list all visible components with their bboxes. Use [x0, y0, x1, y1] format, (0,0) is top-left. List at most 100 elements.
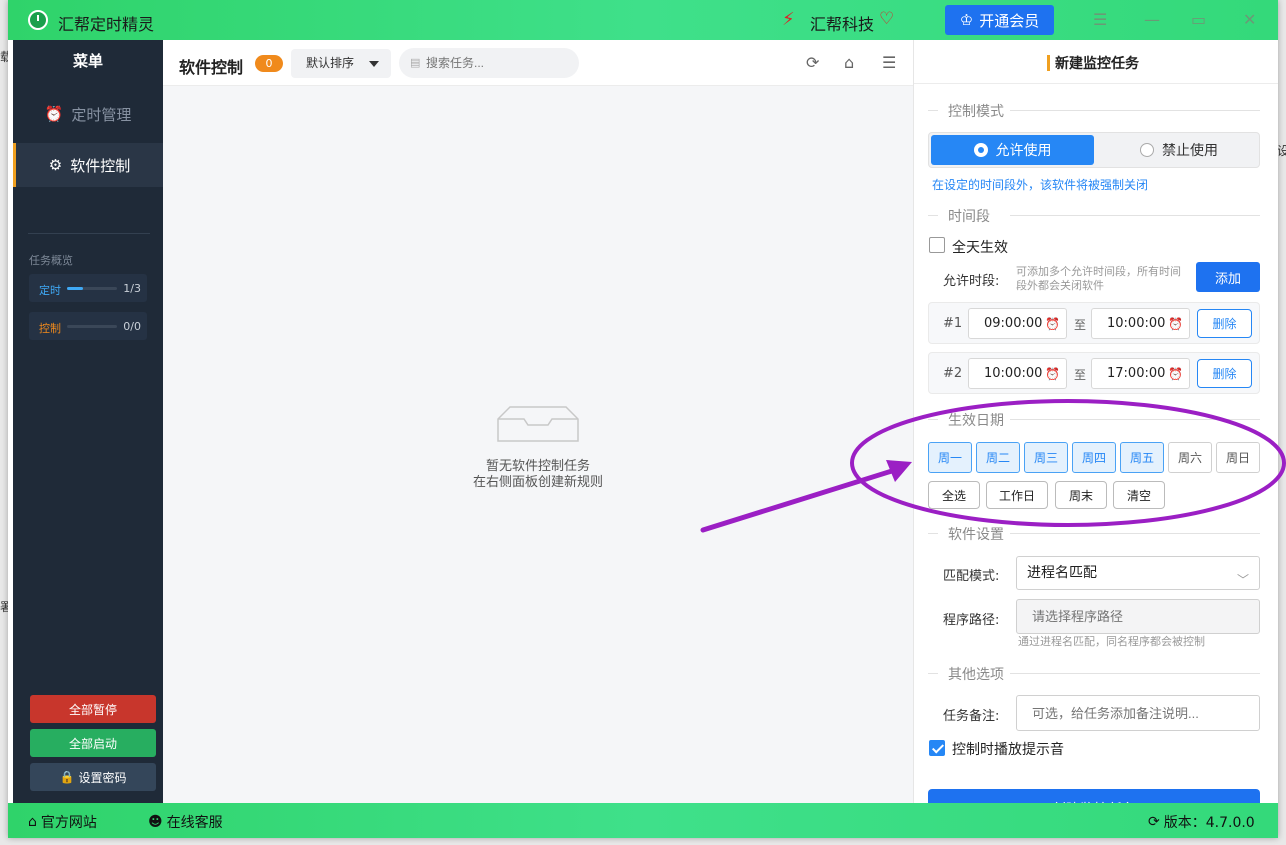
start-time-input[interactable]: 09:00:00 ⏰: [968, 308, 1067, 339]
panel-title: 新建监控任务: [1055, 56, 1139, 72]
program-path-label: 程序路径:: [943, 613, 1000, 628]
radio-unselected-icon: [1140, 143, 1154, 157]
status-bar: ⌂ 官方网站 ☻ 在线客服 ⟳ 版本：4.7.0.0: [8, 803, 1278, 838]
program-path-hint: 通过进程名匹配，同名程序都会被控制: [1018, 635, 1205, 648]
chevron-down-icon: ﹀: [1236, 573, 1249, 587]
mode-toggle: 允许使用 禁止使用: [928, 132, 1260, 168]
alarm-clock-icon: ⏰: [1168, 367, 1183, 381]
main-content: 软件控制 0 默认排序 ▤ ⟳ ⌂ ☰ 暂无软件控制任务 在右侧面板创建新规则: [163, 40, 913, 803]
update-icon: ⟳: [1148, 814, 1160, 830]
refresh-icon[interactable]: ⟳: [806, 53, 819, 72]
section-other: 其他选项: [928, 664, 1260, 683]
gear-icon: ⚙: [48, 156, 63, 174]
app-window: 汇帮定时精灵 ⚡ 汇帮科技 ♡ ♔ 开通会员 ☰ — ▭ ✕ 菜单 ⏰ 定时管理…: [8, 0, 1278, 838]
match-mode-value: 进程名匹配: [1027, 565, 1097, 581]
search-input[interactable]: [399, 48, 579, 78]
empty-hint: 在右侧面板创建新规则: [472, 475, 603, 490]
note-label: 任务备注:: [943, 709, 1000, 724]
add-period-button[interactable]: 添加: [1196, 262, 1260, 292]
brand-name: 汇帮科技: [810, 15, 875, 34]
workdays-button[interactable]: 工作日: [986, 481, 1048, 509]
start-time-value: 10:00:00: [984, 366, 1043, 381]
mode-deny-option[interactable]: 禁止使用: [1099, 135, 1259, 165]
title-bar[interactable]: 汇帮定时精灵 ⚡ 汇帮科技 ♡ ♔ 开通会员 ☰ — ▭ ✕: [8, 0, 1278, 40]
sidebar-item-software-control[interactable]: ⚙ 软件控制: [13, 143, 163, 187]
day-tuesday[interactable]: 周二: [976, 442, 1020, 473]
sidebar-item-schedule[interactable]: ⏰ 定时管理: [13, 92, 163, 136]
play-sound-checkbox[interactable]: [929, 740, 945, 756]
clear-days-button[interactable]: 清空: [1113, 481, 1165, 509]
section-title: 软件设置: [948, 527, 1004, 543]
section-control-mode: 控制模式: [928, 101, 1260, 120]
day-monday[interactable]: 周一: [928, 442, 972, 473]
brand-logo-icon: ⚡: [782, 9, 795, 30]
toolbar: 软件控制 0 默认排序 ▤ ⟳ ⌂ ☰: [163, 40, 913, 86]
bg-fragment: 设: [1277, 144, 1286, 158]
set-password-button[interactable]: 🔒 设置密码: [30, 763, 156, 791]
allow-period-label: 允许时段:: [943, 274, 1000, 289]
minimize-icon[interactable]: —: [1144, 10, 1160, 29]
end-time-input[interactable]: 10:00:00 ⏰: [1091, 308, 1190, 339]
day-thursday[interactable]: 周四: [1072, 442, 1116, 473]
menu-icon[interactable]: ☰: [1093, 10, 1107, 29]
log-icon[interactable]: ☰: [882, 53, 896, 72]
new-task-panel: 新建监控任务 控制模式 允许使用 禁止使用 在设定的时间段外，该软件将被强制关闭…: [913, 40, 1278, 803]
section-time: 时间段: [928, 206, 1260, 225]
delete-period-button[interactable]: 删除: [1197, 359, 1252, 388]
all-day-checkbox[interactable]: [929, 237, 945, 253]
maximize-icon[interactable]: ▭: [1191, 10, 1206, 29]
crown-icon: ♔: [959, 11, 974, 29]
vip-button[interactable]: ♔ 开通会员: [945, 5, 1054, 35]
sidebar: 菜单 ⏰ 定时管理 ⚙ 软件控制 任务概览 定时 1/3 控制 0/0 全部暂停…: [13, 40, 163, 803]
period-row: #1 09:00:00 ⏰ 至 10:00:00 ⏰ 删除: [928, 302, 1260, 344]
version-label: 版本：4.7.0.0: [1163, 815, 1255, 831]
sort-dropdown[interactable]: 默认排序: [291, 49, 391, 78]
day-wednesday[interactable]: 周三: [1024, 442, 1068, 473]
clear-icon[interactable]: ⌂: [844, 53, 854, 72]
title-accent: [1047, 55, 1050, 71]
section-days: 生效日期: [928, 410, 1260, 429]
mode-deny-label: 禁止使用: [1162, 143, 1218, 159]
website-link[interactable]: ⌂ 官方网站: [28, 812, 97, 832]
section-title: 时间段: [948, 209, 990, 225]
section-title: 生效日期: [948, 413, 1004, 429]
day-saturday[interactable]: 周六: [1168, 442, 1212, 473]
overview-card-timer: 定时 1/3: [29, 274, 147, 302]
period-index: #1: [943, 316, 963, 331]
overview-count: 0/0: [123, 320, 141, 333]
progress-bar: [67, 287, 117, 290]
match-mode-select[interactable]: 进程名匹配 ﹀: [1016, 556, 1260, 590]
mode-allow-option[interactable]: 允许使用: [931, 135, 1094, 165]
day-sunday[interactable]: 周日: [1216, 442, 1260, 473]
delete-period-button[interactable]: 删除: [1197, 309, 1252, 338]
heart-icon: ♡: [879, 9, 895, 29]
progress-fill: [67, 287, 83, 290]
overview-card-control: 控制 0/0: [29, 312, 147, 340]
user-icon: ☻: [148, 814, 163, 830]
home-icon: ⌂: [28, 814, 37, 830]
task-count-badge: 0: [255, 55, 283, 72]
select-all-button[interactable]: 全选: [928, 481, 980, 509]
create-task-button[interactable]: 创建监控任务: [928, 789, 1260, 803]
overview-title: 任务概览: [29, 254, 73, 267]
lock-icon: 🔒: [59, 770, 75, 784]
start-all-button[interactable]: 全部启动: [30, 729, 156, 757]
app-logo-icon: [28, 10, 48, 30]
start-time-input[interactable]: 10:00:00 ⏰: [968, 358, 1067, 389]
section-title: 控制模式: [948, 104, 1004, 120]
day-friday[interactable]: 周五: [1120, 442, 1164, 473]
all-day-label: 全天生效: [952, 240, 1008, 256]
end-time-input[interactable]: 17:00:00 ⏰: [1091, 358, 1190, 389]
note-input[interactable]: [1016, 695, 1260, 731]
version-info[interactable]: ⟳ 版本：4.7.0.0: [1148, 812, 1255, 832]
pause-all-button[interactable]: 全部暂停: [30, 695, 156, 723]
overview-label: 控制: [39, 322, 61, 335]
radio-selected-icon: [973, 143, 988, 157]
set-password-label: 设置密码: [78, 770, 127, 785]
allow-period-hint: 可添加多个允许时间段，所有时间段外都会关闭软件: [1016, 265, 1181, 292]
close-icon[interactable]: ✕: [1243, 10, 1256, 29]
support-link[interactable]: ☻ 在线客服: [148, 812, 223, 832]
weekend-button[interactable]: 周末: [1055, 481, 1107, 509]
program-path-input[interactable]: [1016, 599, 1260, 634]
alarm-clock-icon: ⏰: [1045, 317, 1060, 331]
